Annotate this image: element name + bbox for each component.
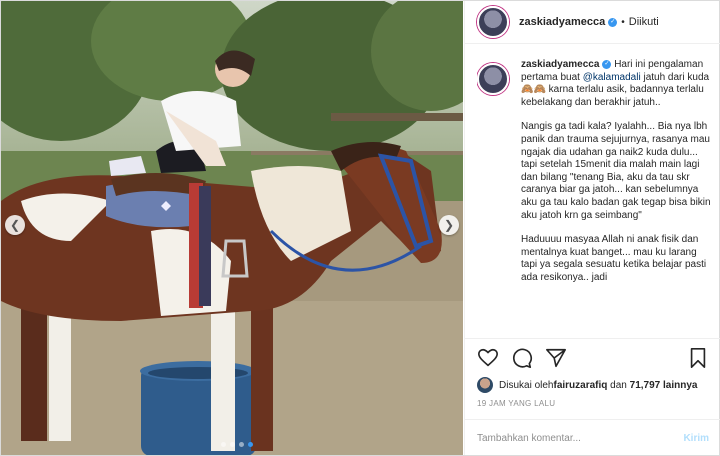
caption-username[interactable]: zaskiadyamecca (521, 59, 599, 70)
post-photo[interactable]: ❮ ❯ (1, 1, 463, 455)
comment-icon[interactable] (511, 347, 533, 369)
carousel-dot-active (248, 442, 253, 447)
carousel-dots (221, 442, 253, 447)
likes-middle: dan (607, 379, 630, 391)
header-separator: • (621, 16, 625, 28)
chevron-right-icon[interactable]: ❯ (439, 215, 459, 235)
verified-badge-icon: ✓ (602, 59, 612, 69)
avatar[interactable] (477, 6, 509, 38)
carousel-dot (230, 442, 235, 447)
post-timestamp[interactable]: 19 JAM YANG LALU (465, 393, 720, 408)
carousel-dot (221, 442, 226, 447)
post-header: zaskiadyamecca ✓ • Diikuti (465, 1, 720, 44)
caption-text: zaskiadyamecca ✓ Hari ini pengalaman pert… (521, 59, 711, 336)
comment-box: Tambahkan komentar... Kirim (465, 419, 720, 456)
instagram-post: ❮ ❯ zaskiadyamecca ✓ • Diikuti zaskiadya… (0, 0, 720, 456)
post-side-panel: zaskiadyamecca ✓ • Diikuti zaskiadyamecc… (464, 1, 720, 455)
share-icon[interactable] (545, 347, 567, 369)
post-actions: Disukai oleh fairuzarafiq dan 71,797 lai… (465, 338, 720, 419)
caption-avatar[interactable] (477, 63, 509, 95)
action-icons (465, 339, 720, 377)
likes-summary: Disukai oleh fairuzarafiq dan 71,797 lai… (465, 377, 720, 393)
likes-count[interactable]: 71,797 lainnya (630, 380, 698, 391)
heart-icon[interactable] (477, 347, 499, 369)
likes-prefix: Disukai oleh (499, 379, 554, 391)
caption-paragraph: Haduuuu masyaa Allah ni anak fisik dan m… (521, 234, 709, 283)
mention-link[interactable]: @kalamadali (583, 72, 641, 83)
post-comment-button[interactable]: Kirim (683, 433, 709, 444)
caption-paragraph: Nangis ga tadi kala? Iyalahh... Bia nya … (521, 121, 711, 221)
verified-badge-icon: ✓ (608, 17, 618, 27)
liker-avatar[interactable] (477, 377, 493, 393)
header-username[interactable]: zaskiadyamecca (519, 16, 605, 28)
comment-input[interactable]: Tambahkan komentar... (477, 433, 683, 444)
bookmark-icon[interactable] (687, 347, 709, 369)
chevron-left-icon[interactable]: ❮ (5, 215, 25, 235)
horse-riding-photo (1, 1, 463, 455)
carousel-dot (239, 442, 244, 447)
liker-username[interactable]: fairuzarafiq (553, 380, 607, 391)
follow-status-button[interactable]: Diikuti (629, 16, 659, 28)
caption: zaskiadyamecca ✓ Hari ini pengalaman pert… (477, 59, 711, 336)
